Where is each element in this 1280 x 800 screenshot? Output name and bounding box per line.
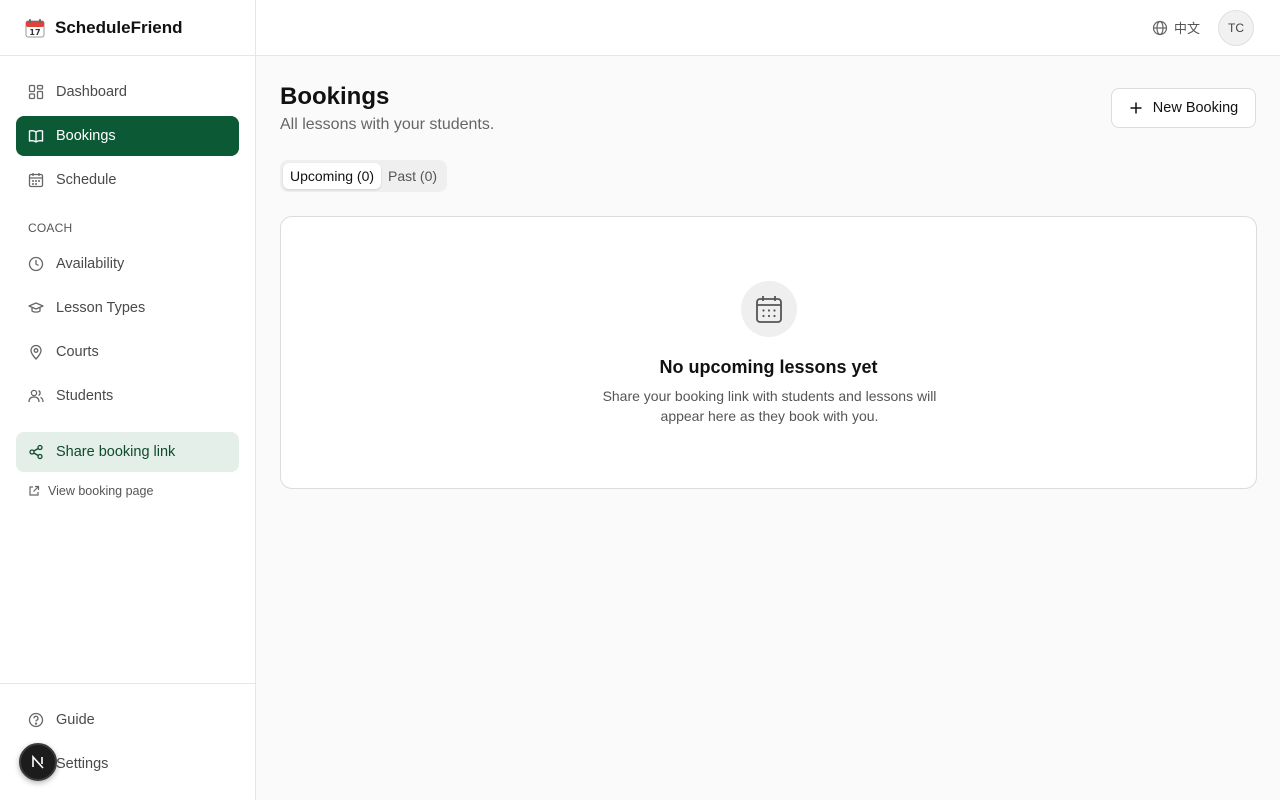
app-title: ScheduleFriend [55, 17, 183, 37]
sidebar-item-guide[interactable]: Guide [16, 700, 239, 740]
empty-state-text: Share your booking link with students an… [602, 388, 937, 424]
sidebar-item-lesson-types[interactable]: Lesson Types [16, 288, 239, 328]
graduation-cap-icon [28, 300, 44, 316]
sidebar-item-label: Schedule [56, 172, 117, 188]
sidebar-item-courts[interactable]: Courts [16, 332, 239, 372]
new-booking-button[interactable]: New Booking [1111, 88, 1256, 128]
language-switcher[interactable]: 中文 [1152, 18, 1200, 37]
empty-state-title: No upcoming lessons yet [659, 357, 878, 377]
page-title: Bookings [280, 83, 390, 110]
view-booking-page-label: View booking page [48, 484, 154, 498]
topbar: 中文 TC [256, 0, 1280, 56]
sidebar-item-label: Courts [56, 344, 99, 360]
svg-text:17: 17 [29, 28, 40, 37]
clock-icon [28, 256, 44, 272]
new-booking-label: New Booking [1152, 100, 1239, 116]
map-pin-icon [28, 344, 44, 360]
globe-icon [1152, 20, 1168, 36]
n-logo-icon [32, 754, 44, 769]
sidebar-item-label: Availability [56, 256, 125, 272]
sidebar-item-students[interactable]: Students [16, 376, 239, 416]
calendar-emoji-icon: 17 [25, 18, 45, 38]
book-open-icon [28, 128, 44, 144]
help-circle-icon [28, 712, 44, 728]
dev-tools-badge[interactable] [19, 743, 57, 781]
sidebar-item-label: Lesson Types [56, 300, 146, 316]
share-icon [28, 444, 44, 460]
brand[interactable]: 17 ScheduleFriend [0, 0, 255, 56]
view-booking-page-link[interactable]: View booking page [16, 476, 239, 506]
share-booking-link-label: Share booking link [56, 444, 176, 460]
calendar-icon [741, 281, 797, 337]
sidebar-item-label: Guide [56, 712, 95, 728]
sidebar-item-schedule[interactable]: Schedule [16, 160, 239, 200]
tab-upcoming[interactable]: Upcoming (0) [283, 163, 382, 189]
calendar-icon [28, 172, 44, 188]
sidebar-item-label: Students [56, 388, 114, 404]
sidebar: 17 ScheduleFriend Dashboard Bookings Sch… [0, 0, 256, 800]
sidebar-item-label: Dashboard [56, 84, 127, 100]
page-subtitle: All lessons with your students. [280, 116, 495, 133]
external-link-icon [28, 485, 40, 497]
sidebar-item-label: Bookings [56, 128, 116, 144]
sidebar-bottom: Guide Settings [0, 683, 255, 800]
main-nav: Dashboard Bookings Schedule COACH Availa… [0, 56, 255, 506]
language-label: 中文 [1173, 21, 1200, 36]
section-label-coach: COACH [28, 221, 73, 235]
empty-state-card: No upcoming lessons yet Share your booki… [280, 216, 1257, 489]
sidebar-item-bookings[interactable]: Bookings [16, 116, 239, 156]
share-booking-link-button[interactable]: Share booking link [16, 432, 239, 472]
users-icon [28, 388, 44, 404]
tab-past[interactable]: Past (0) [381, 163, 444, 189]
booking-tabs: Upcoming (0) Past (0) [280, 160, 448, 192]
sidebar-item-label: Settings [56, 756, 109, 772]
dashboard-grid-icon [28, 84, 44, 100]
avatar[interactable]: TC [1218, 10, 1254, 46]
sidebar-item-dashboard[interactable]: Dashboard [16, 72, 239, 112]
sidebar-item-availability[interactable]: Availability [16, 244, 239, 284]
plus-icon [1129, 101, 1143, 115]
